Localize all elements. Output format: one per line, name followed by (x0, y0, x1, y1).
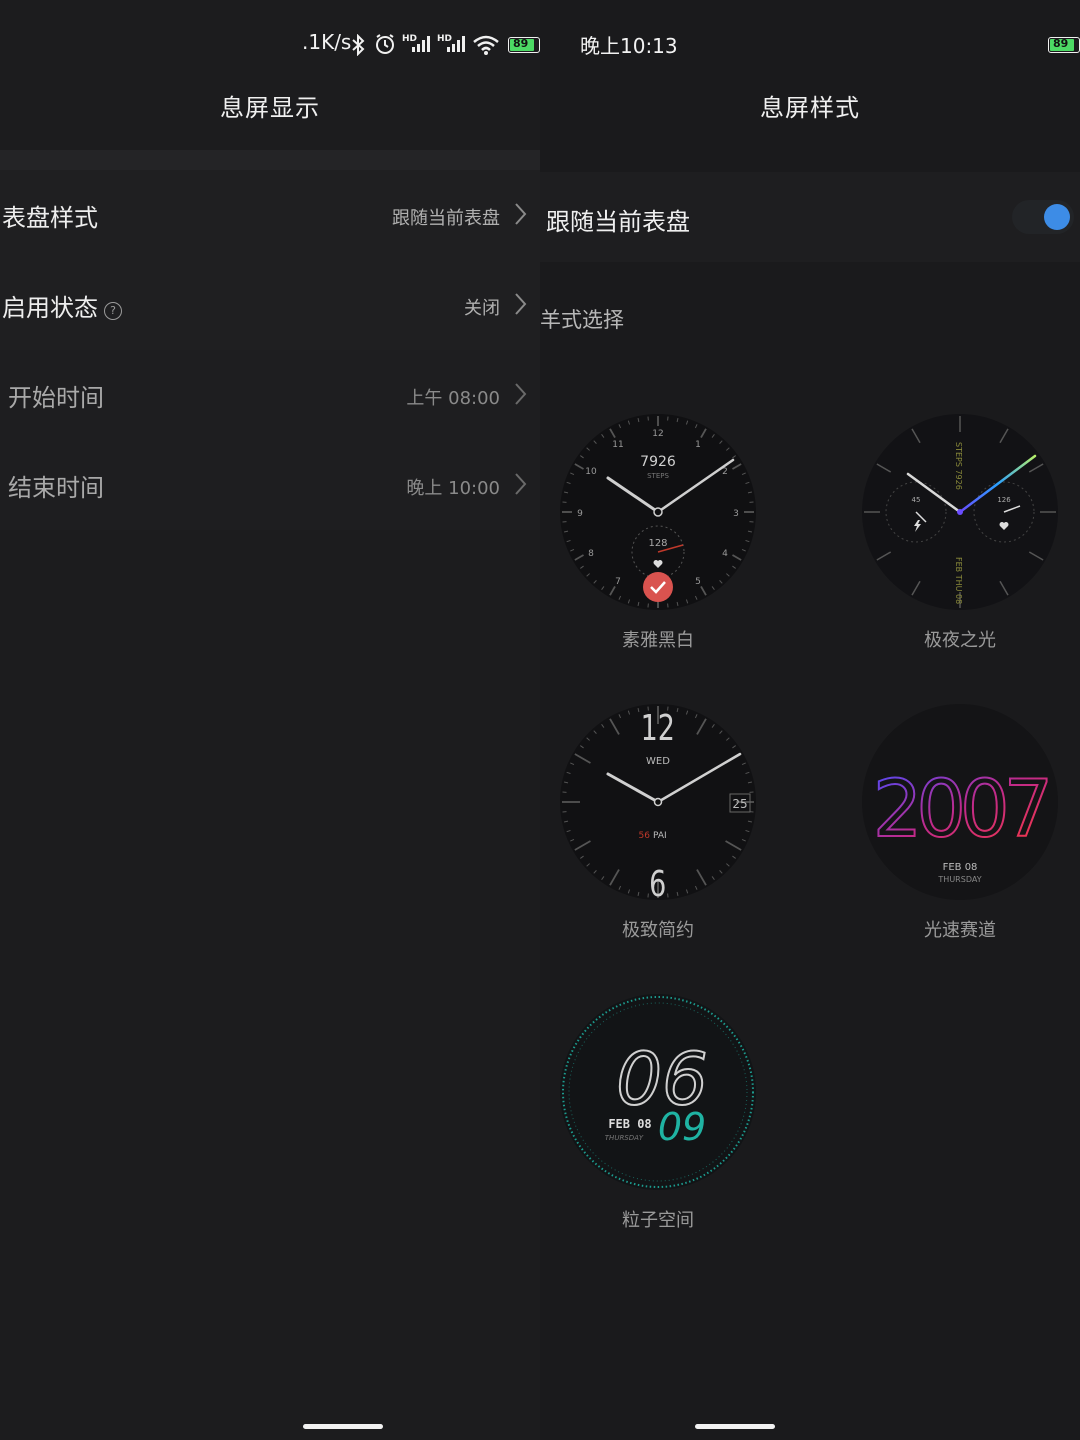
row-label: 表盘样式 (2, 204, 98, 232)
page-title: 息屏显示 (220, 94, 320, 122)
pai-label: PAI (653, 831, 667, 841)
year-display: 2007 (873, 765, 1048, 855)
watchface-preview: 2007 FEB 08 THURSDAY (862, 704, 1058, 900)
minute-display: 09 (658, 1105, 706, 1149)
aod-style-screen: 晚上10:13 89 息屏样式 跟随当前表盘 羊式选择 12 1 2 3 4 5… (540, 0, 1080, 1440)
hour-number: 9 (577, 509, 583, 519)
page-title: 息屏样式 (760, 94, 860, 122)
watchface-name: 光速赛道 (924, 920, 996, 941)
heart-rate-value: 128 (648, 538, 667, 549)
weekday: THURSDAY (937, 875, 981, 884)
divider (0, 150, 540, 170)
status-bar: .1K/s HD HD 89 (0, 0, 540, 90)
clock: 晚上10:13 (580, 34, 678, 58)
battery-level: 89 (1053, 37, 1069, 50)
follow-watchface-row: 跟随当前表盘 (540, 172, 1080, 262)
network-speed: .1K/s (302, 30, 352, 54)
watchface-option-guangsu[interactable]: 2007 FEB 08 THURSDAY 光速赛道 (860, 702, 1060, 942)
row-value: 跟随当前表盘 (392, 208, 500, 229)
selected-check-icon (643, 572, 673, 602)
toggle-knob (1044, 204, 1070, 230)
hour-number: 12 (652, 429, 663, 439)
hour-6: 6 (649, 862, 666, 902)
battery-icon: 89 (508, 37, 540, 53)
aod-settings-screen: .1K/s HD HD 89 息屏显示 表盘样式 跟随当前表盘 启用状态 ? 关… (0, 0, 540, 1440)
row-value: 上午 08:00 (406, 388, 500, 409)
date-text: FEB THU 08 (954, 557, 963, 604)
steps-value: 7926 (640, 454, 676, 470)
status-bar: 晚上10:13 89 (540, 0, 1080, 90)
hour-number: 3 (733, 509, 739, 519)
enable-status-row[interactable]: 启用状态? 关闭 (0, 260, 540, 350)
row-label: 启用状态? (2, 288, 122, 323)
steps-label: STEPS (647, 472, 669, 480)
hour-number: 4 (722, 549, 728, 559)
help-icon[interactable]: ? (104, 302, 122, 320)
hour-number: 2 (722, 467, 728, 477)
hour-number: 10 (585, 467, 597, 477)
watchface-option-jiye[interactable]: STEPS 7926 FEB THU 08 45 126 极夜之光 (860, 412, 1060, 652)
weekday: WED (646, 756, 670, 767)
weekday: THURSDAY (605, 1134, 644, 1142)
hour-number: 8 (588, 549, 594, 559)
row-label: 开始时间 (8, 384, 104, 412)
date-value: 25 (732, 797, 747, 811)
watchface-preview: STEPS 7926 FEB THU 08 45 126 (862, 414, 1058, 610)
hour-number: 5 (695, 577, 701, 587)
watchface-option-suya[interactable]: 12 1 2 3 4 5 7 8 9 10 11 7926 STEPS 128 (558, 412, 758, 652)
hour-number: 7 (615, 577, 621, 587)
home-indicator[interactable] (303, 1424, 383, 1429)
watchface-name: 极致简约 (622, 920, 694, 941)
watchface-name: 粒子空间 (622, 1210, 694, 1231)
watchface-name: 素雅黑白 (622, 630, 694, 651)
watchface-style-row[interactable]: 表盘样式 跟随当前表盘 (0, 170, 540, 260)
watchface-preview: 06 09 FEB 08 THURSDAY (560, 994, 756, 1190)
watchface-preview: 12 6 WED 25 56 PAI (560, 704, 756, 902)
date-value: FEB 08 (608, 1117, 651, 1131)
hour-12: 12 (641, 706, 675, 749)
battery-level: 89 (513, 37, 529, 50)
row-label: 结束时间 (8, 474, 104, 502)
hour-number: 11 (612, 440, 623, 450)
home-indicator[interactable] (695, 1424, 775, 1429)
chevron-right-icon (515, 383, 527, 405)
signal-icon (412, 36, 430, 52)
chevron-right-icon (515, 293, 527, 315)
watchface-preview: 12 1 2 3 4 5 7 8 9 10 11 7926 STEPS 128 (560, 414, 756, 610)
chevron-right-icon (515, 473, 527, 495)
follow-watchface-toggle[interactable] (1012, 200, 1074, 234)
heart-dial-value: 126 (997, 496, 1011, 504)
start-time-row[interactable]: 开始时间 上午 08:00 (0, 350, 540, 440)
chevron-right-icon (515, 203, 527, 225)
battery-dial-value: 45 (912, 496, 921, 504)
section-title: 羊式选择 (540, 308, 624, 332)
signal-icon (447, 36, 465, 52)
row-value: 关闭 (464, 298, 500, 319)
date-value: FEB 08 (943, 862, 978, 873)
watchface-option-lizi[interactable]: 06 09 FEB 08 THURSDAY 粒子空间 (558, 992, 758, 1232)
alarm-icon (376, 34, 394, 54)
watchface-name: 极夜之光 (924, 630, 996, 651)
wifi-icon (473, 35, 499, 55)
row-value: 晚上 10:00 (406, 478, 500, 499)
end-time-row[interactable]: 结束时间 晚上 10:00 (0, 440, 540, 530)
battery-icon: 89 (1048, 37, 1080, 53)
pai-value: 56 (639, 831, 651, 841)
bluetooth-icon (352, 34, 365, 56)
watchface-option-jizhi[interactable]: 12 6 WED 25 56 PAI 极致简约 (558, 702, 758, 942)
row-label: 跟随当前表盘 (546, 208, 690, 236)
steps-text: STEPS 7926 (954, 442, 963, 490)
hour-number: 1 (695, 440, 701, 450)
